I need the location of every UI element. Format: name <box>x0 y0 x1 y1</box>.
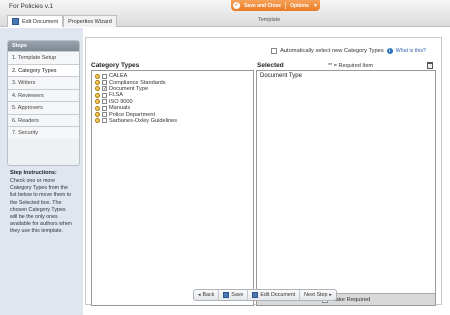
chevron-left-icon: ◂ <box>198 292 201 298</box>
chevron-down-icon: ▼ <box>312 2 318 9</box>
required-item-note: ** = Required Item <box>328 63 374 69</box>
lightbulb-icon <box>95 105 100 111</box>
tab-properties-wizard[interactable]: Properties Wizard <box>63 15 117 27</box>
category-checkbox[interactable] <box>102 99 107 105</box>
next-step-button[interactable]: Next Step ▸ <box>300 290 336 300</box>
tab-label: Edit Document <box>22 18 59 25</box>
category-checkbox[interactable] <box>102 80 107 86</box>
category-label: Manuals <box>109 105 131 112</box>
tab-edit-document[interactable]: Edit Document <box>7 15 64 27</box>
tab-bar: Edit Document Properties Wizard <box>7 15 117 27</box>
app-title: For Policies v.1 <box>9 3 53 10</box>
save-button[interactable]: Save <box>219 290 249 300</box>
selected-item[interactable]: Document Type <box>257 71 435 81</box>
lightbulb-icon <box>95 80 100 86</box>
category-checkbox-checked[interactable]: ✓ <box>102 86 107 92</box>
tab-label: Properties Wizard <box>68 18 112 25</box>
what-is-this-link[interactable]: What is this? <box>396 48 426 54</box>
lightbulb-icon <box>95 118 100 124</box>
step-writers[interactable]: 3. Writers <box>8 76 79 89</box>
step-instructions-title: Step Instructions: <box>10 170 57 176</box>
chevron-right-icon: ▸ <box>329 292 332 298</box>
trash-icon[interactable] <box>427 62 433 69</box>
step-reviewers[interactable]: 4. Reviewers <box>8 88 79 101</box>
back-button[interactable]: ◂ Back <box>194 290 220 300</box>
category-checkbox[interactable] <box>102 73 107 79</box>
category-checkbox[interactable] <box>102 112 107 118</box>
toolbar-divider <box>285 2 287 9</box>
category-label: Sarbanes-Oxley Guidelines <box>109 117 178 124</box>
category-label: FLSA <box>109 92 123 99</box>
edit-document-label: Edit Document <box>260 292 296 298</box>
category-checkbox[interactable] <box>102 118 107 124</box>
info-icon: i <box>386 48 393 54</box>
save-label: Save <box>231 292 244 298</box>
lightbulb-icon <box>95 86 100 92</box>
category-checkbox[interactable] <box>102 92 107 98</box>
step-instructions-text: Check one or more Category Types from th… <box>10 178 72 235</box>
step-approvers[interactable]: 5. Approvers <box>8 101 79 114</box>
wizard-nav-bar: ◂ Back Save Edit Document Next Step ▸ <box>193 289 337 301</box>
step-readers[interactable]: 6. Readers <box>8 113 79 126</box>
steps-panel: Steps 1. Template Setup 2. Category Type… <box>7 40 80 166</box>
category-label: Compliance Standards <box>109 79 166 86</box>
sidebar: Steps 1. Template Setup 2. Category Type… <box>0 28 83 315</box>
selected-label: Selected <box>257 62 284 69</box>
step-category-types[interactable]: 2. Category Types <box>8 63 79 76</box>
save-and-close-button[interactable]: Save and Close <box>244 3 281 9</box>
document-icon <box>252 292 259 298</box>
lightbulb-icon <box>95 112 100 118</box>
auto-select-label: Automatically select new Category Types <box>280 48 384 54</box>
category-types-label: Category Types <box>91 62 140 69</box>
lightbulb-icon <box>95 73 100 79</box>
step-template-setup[interactable]: 1. Template Setup <box>8 51 79 64</box>
category-item[interactable]: Sarbanes-Oxley Guidelines <box>92 118 253 124</box>
save-icon <box>223 292 230 298</box>
page-subtitle: Template <box>258 17 281 23</box>
document-icon <box>12 18 19 25</box>
main-panel: Automatically select new Category Types … <box>85 37 442 306</box>
options-button[interactable]: Options <box>290 3 309 9</box>
category-label: Police Department <box>109 111 156 118</box>
category-label: CALEA <box>109 73 128 80</box>
lightbulb-icon <box>95 92 100 98</box>
category-label: Document Type <box>109 85 149 92</box>
back-label: Back <box>202 292 215 298</box>
orange-toolbar: ✓ Save and Close Options ▼ <box>231 0 320 11</box>
auto-select-checkbox[interactable] <box>271 48 278 54</box>
app-header: For Policies v.1 Edit Document Propertie… <box>0 0 450 27</box>
next-step-label: Next Step <box>304 292 328 298</box>
category-checkbox[interactable] <box>102 105 107 111</box>
step-security[interactable]: 7. Security <box>8 126 79 139</box>
category-types-list[interactable]: CALEA Compliance Standards ✓ Document Ty… <box>91 70 254 306</box>
steps-title: Steps <box>8 41 79 51</box>
edit-document-button[interactable]: Edit Document <box>248 290 301 300</box>
lightbulb-icon <box>95 99 100 105</box>
checkmark-icon: ✓ <box>233 2 241 9</box>
auto-select-row: Automatically select new Category Types … <box>271 48 426 54</box>
category-label: ISO 9000 <box>109 98 133 105</box>
selected-list[interactable]: Document Type Make Required <box>256 70 436 306</box>
